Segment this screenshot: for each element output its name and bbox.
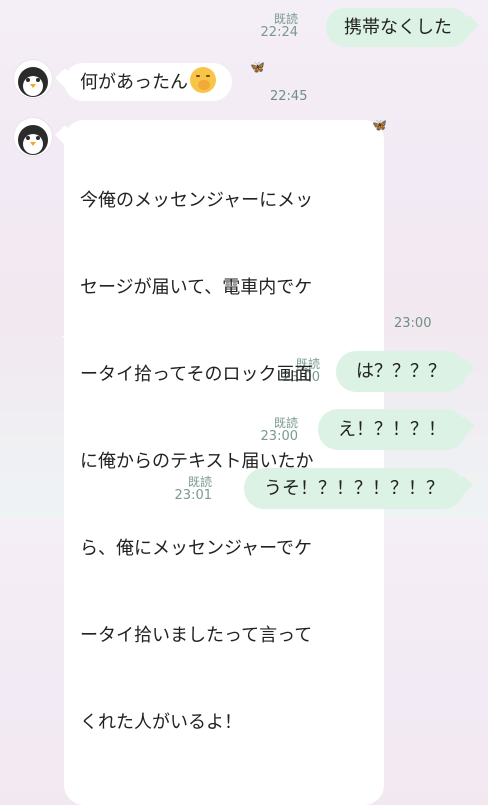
message-time: 23:00 — [394, 316, 432, 331]
message-text: 今俺のメッセンジャーにメッ セージが届いて、電車内でケ ータイ拾ってそのロック画… — [80, 128, 368, 795]
read-receipt: 既読 — [273, 12, 298, 26]
message-time: 22:24 — [260, 25, 298, 40]
message-line: ら、俺にメッセンジャーでケ — [80, 538, 313, 559]
outgoing-message-bubble[interactable]: 携帯なくした — [326, 8, 470, 47]
penguin-avatar[interactable] — [14, 60, 52, 98]
message-meta: 既読 22:24 — [238, 12, 298, 40]
message-text: うそ！？！？！？！？ — [264, 478, 444, 499]
message-text: は？？？？ — [356, 361, 446, 382]
message-text: え！？！？！ — [338, 419, 446, 440]
butterfly-icon: 🦋 — [372, 118, 387, 132]
message-time: 22:45 — [270, 89, 308, 104]
butterfly-icon: 🦋 — [250, 60, 265, 74]
message-text: 携帯なくした — [344, 17, 452, 38]
message-line: セージが届いて、電車内でケ — [80, 277, 313, 298]
incoming-message-bubble[interactable]: 今俺のメッセンジャーにメッ セージが届いて、電車内でケ ータイ拾ってそのロック画… — [64, 120, 384, 805]
penguin-avatar[interactable] — [14, 118, 52, 156]
penguin-icon — [18, 125, 48, 155]
hand-over-mouth-emoji — [190, 67, 216, 93]
penguin-icon — [18, 67, 48, 97]
message-line: 今俺のメッセンジャーにメッ — [80, 190, 314, 211]
message-line: くれた人がいるよ！ — [80, 712, 242, 733]
message-line: ータイ拾いましたって言って — [80, 625, 313, 646]
message-text: 何があったん — [80, 72, 188, 93]
message-line: に俺からのテキスト届いたか — [80, 451, 314, 472]
incoming-message-bubble[interactable]: 何があったん — [64, 63, 232, 101]
message-line: ータイ拾ってそのロック画面 — [80, 364, 313, 385]
